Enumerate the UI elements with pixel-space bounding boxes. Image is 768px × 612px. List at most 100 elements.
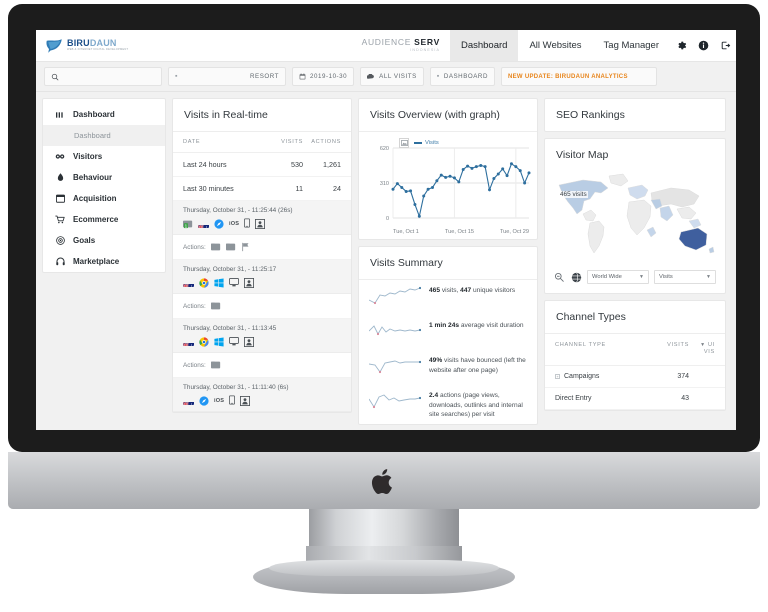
visit-timestamp: Thursday, October 31, - 11:11:40 (6s) [183, 384, 289, 391]
table-row[interactable]: + Campaigns 374 [545, 366, 725, 388]
export-image-icon[interactable] [399, 138, 409, 148]
world-map-svg [558, 173, 715, 254]
zoom-out-icon[interactable] [553, 271, 565, 283]
segment-selector[interactable]: ALL VISITS [360, 67, 424, 86]
bars-icon [55, 111, 65, 119]
sidebar-item-dashboard[interactable]: Dashboard [43, 104, 165, 125]
sidebar-item-label: Ecommerce [73, 215, 119, 224]
windows-icon [214, 337, 224, 347]
expand-icon[interactable]: + [555, 373, 560, 379]
mobile-icon [229, 392, 236, 410]
chevron-down-icon: ▼ [639, 274, 644, 280]
legend-line-swatch [414, 142, 422, 144]
app-screen: BIRUDAUN WEB & INTERNET DIGITAL DEVELOPM… [36, 30, 736, 430]
channel-types-title: Channel Types [545, 301, 725, 334]
realtime-card: Visits in Real-time DATE VISITS ACTIONS … [172, 98, 352, 413]
sidebar-item-marketplace[interactable]: Marketplace [43, 251, 165, 272]
chart-legend-item: Visits [414, 140, 439, 146]
brand-name-part2: DAUN [89, 37, 117, 48]
globe-icon[interactable] [570, 271, 582, 283]
summary-text: 1 min 24s average visit duration [429, 321, 524, 331]
windows-icon [214, 278, 224, 288]
visit-actions-row: Actions: [173, 235, 351, 260]
behaviour-icon [55, 173, 65, 182]
mobile-icon [244, 215, 251, 233]
map-scope-select[interactable]: World Wide ▼ [587, 270, 649, 284]
visitor-profile-icon [240, 395, 251, 406]
page-icon[interactable] [225, 242, 236, 252]
chart-x-axis: Tue, Oct 1 Tue, Oct 15 Tue, Oct 29 [363, 227, 531, 235]
visit-icon-row: 1 iOS [183, 218, 341, 229]
summary-text-a: average visit duration [459, 322, 524, 329]
brand-logo[interactable]: BIRUDAUN WEB & INTERNET DIGITAL DEVELOPM… [36, 30, 256, 61]
ios-label: iOS [214, 397, 225, 404]
date-selector[interactable]: 2019-10-30 [292, 67, 355, 86]
tab-tag-manager[interactable]: Tag Manager [593, 30, 670, 61]
col-unique-visits[interactable]: ▼ UI VIS [689, 342, 715, 356]
page-icon[interactable] [210, 360, 221, 370]
visits-overview-chart[interactable]: Visits 620 310 0 Tue, Oct 1 Tue, Oct 15 Tu… [359, 132, 537, 239]
tab-all-websites[interactable]: All Websites [518, 30, 592, 61]
bounce-sparkline [368, 356, 422, 381]
chrome-icon [199, 336, 209, 347]
sidebar-item-ecommerce[interactable]: Ecommerce [43, 209, 165, 230]
brand-name-part1: BIRU [67, 37, 90, 48]
list-item[interactable]: Thursday, October 31, - 11:25:17 [173, 260, 351, 294]
sidebar-item-goals[interactable]: Goals [43, 230, 165, 251]
list-item[interactable]: Thursday, October 31, - 11:13:45 [173, 319, 351, 353]
sidebar-item-label: Acquisition [73, 194, 117, 203]
sidebar-item-behaviour[interactable]: Behaviour [43, 167, 165, 188]
visit-icon-row: iOS [183, 395, 341, 406]
list-item: 49% visits have bounced (left the websit… [359, 350, 537, 385]
channel-table-header: CHANNEL TYPE VISITS ▼ UI VIS [545, 334, 725, 366]
visit-icon-row [183, 277, 341, 288]
target-icon [55, 236, 65, 245]
top-nav-items: AUDIENCE SERV INDONESIA Dashboard All We… [352, 30, 736, 61]
table-row[interactable]: Last 30 minutes 11 24 [173, 177, 351, 201]
duration-sparkline [368, 321, 422, 346]
list-item[interactable]: Thursday, October 31, - 11:11:40 (6s) iO… [173, 378, 351, 412]
visit-timestamp: Thursday, October 31, - 11:25:17 [183, 266, 277, 273]
gear-icon[interactable] [670, 30, 692, 61]
realtime-table-header: DATE VISITS ACTIONS [173, 132, 351, 153]
table-row[interactable]: Last 24 hours 530 1,261 [173, 153, 351, 177]
summary-title: Visits Summary [359, 247, 537, 280]
monitor-foot [253, 560, 515, 594]
sidebar-item-acquisition[interactable]: Acquisition [43, 188, 165, 209]
visit-timestamp: Thursday, October 31, - 11:25:44 (26s) [183, 207, 293, 214]
promo-banner[interactable]: NEW UPDATE: BIRUDAUN ANALYTICS [500, 67, 657, 86]
summary-text: 465 visits, 447 unique visitors [429, 286, 515, 296]
ios-label: iOS [229, 220, 240, 227]
actions-label: Actions: [183, 302, 206, 310]
cart-icon [55, 215, 65, 224]
info-icon[interactable] [692, 30, 714, 61]
site-selector[interactable]: ▪ RESORT [168, 67, 286, 86]
page-icon[interactable] [210, 301, 221, 311]
channel-name: Campaigns [564, 372, 600, 380]
visit-icon-row [183, 336, 341, 347]
logout-icon[interactable] [714, 30, 736, 61]
visit-actions-row: Actions: [173, 353, 351, 378]
world-map[interactable]: 465 visits [545, 163, 725, 266]
page-selector[interactable]: ▪ DASHBOARD [429, 67, 495, 86]
map-metric-select[interactable]: Visits ▼ [654, 270, 716, 284]
list-item[interactable]: Thursday, October 31, - 11:25:44 (26s) 1 [173, 201, 351, 235]
page-icon[interactable] [210, 242, 221, 252]
sidebar-subitem-dashboard[interactable]: Dashboard [43, 125, 165, 146]
row-visits: 11 [295, 184, 303, 193]
table-row[interactable]: Direct Entry 43 [545, 388, 725, 410]
svg-text:0: 0 [386, 216, 389, 222]
sidebar-item-label: Dashboard [73, 110, 115, 119]
summary-value: 465 [429, 287, 441, 294]
sidebar-item-label: Visitors [73, 152, 103, 161]
tab-dashboard[interactable]: Dashboard [449, 30, 519, 61]
imac-device: BIRUDAUN WEB & INTERNET DIGITAL DEVELOPM… [0, 0, 768, 612]
summary-text-a: visits, [440, 287, 461, 294]
visits-sparkline [368, 286, 422, 311]
summary-text-b: unique visitors [471, 287, 516, 294]
actions-sparkline [368, 391, 422, 416]
goal-flag-icon[interactable] [241, 242, 251, 252]
search-input[interactable] [44, 67, 162, 86]
sidebar-item-visitors[interactable]: Visitors [43, 146, 165, 167]
x-tick-label: Tue, Oct 15 [444, 229, 474, 235]
